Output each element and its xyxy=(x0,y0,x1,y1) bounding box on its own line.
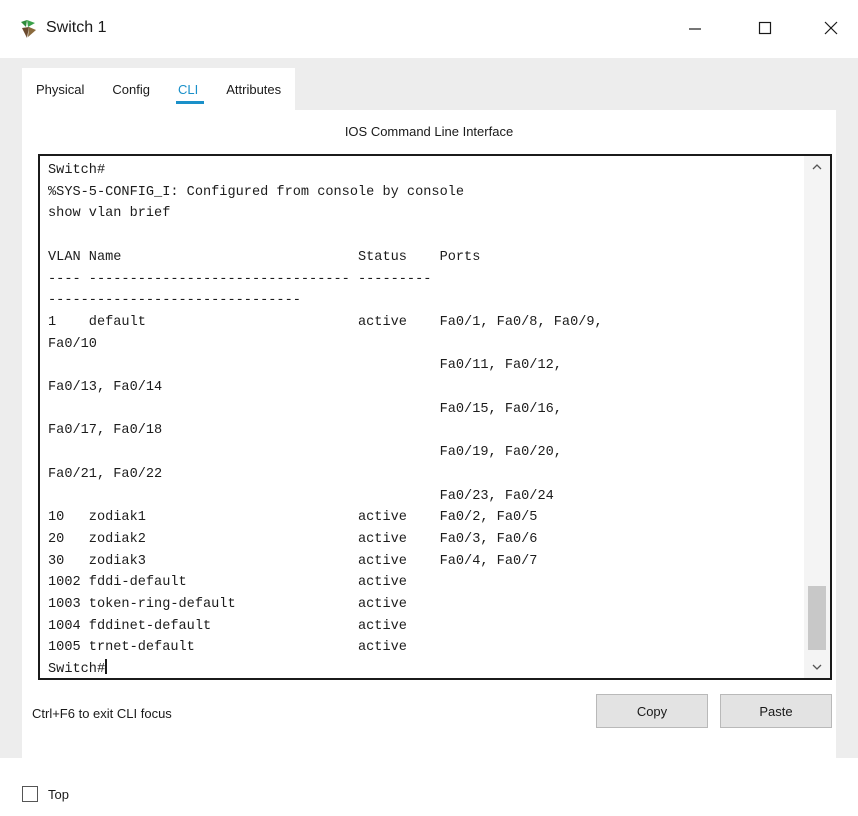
switch-app-icon xyxy=(18,18,40,40)
terminal-line: ---- -------------------------------- --… xyxy=(48,271,440,287)
copy-button[interactable]: Copy xyxy=(596,694,708,728)
tab-config[interactable]: Config xyxy=(98,68,164,110)
terminal-line: Switch# xyxy=(48,163,106,178)
minimize-icon[interactable] xyxy=(672,10,718,46)
terminal-line: ------------------------------- xyxy=(48,293,301,309)
terminal-line: 20 zodiak2 active Fa0/3, Fa0/6 xyxy=(48,531,538,547)
terminal-line: 1004 fddinet-default active xyxy=(48,618,407,634)
panel-title: IOS Command Line Interface xyxy=(344,124,514,139)
terminal-line: 10 zodiak1 active Fa0/2, Fa0/5 xyxy=(48,510,538,526)
close-icon[interactable] xyxy=(808,10,854,46)
terminal-line: 1 default active Fa0/1, Fa0/8, Fa0/9, xyxy=(48,314,603,330)
tab-cli[interactable]: CLI xyxy=(164,68,213,110)
tab-physical[interactable]: Physical xyxy=(22,68,99,110)
terminal-line: Fa0/11, Fa0/12, xyxy=(48,358,562,374)
terminal-line: Fa0/21, Fa0/22 xyxy=(48,466,163,482)
terminal-line: Fa0/13, Fa0/14 xyxy=(48,380,163,396)
terminal-line: Switch# xyxy=(48,659,808,678)
terminal-line: Fa0/17, Fa0/18 xyxy=(48,423,163,439)
scrollbar-thumb[interactable] xyxy=(808,586,826,650)
scroll-up-icon[interactable] xyxy=(804,156,830,178)
terminal-scrollbar[interactable] xyxy=(804,156,830,678)
cli-terminal[interactable]: Switch# %SYS-5-CONFIG_I: Configured from … xyxy=(38,154,832,680)
terminal-line: Fa0/19, Fa0/20, xyxy=(48,445,562,461)
tab-attributes[interactable]: Attributes xyxy=(212,68,296,110)
client-area: Physical Config CLI Attributes IOS Comma… xyxy=(0,58,858,772)
bottom-bar: Top xyxy=(0,758,858,816)
terminal-line: 1005 trnet-default active xyxy=(48,640,407,656)
top-checkbox-label: Top xyxy=(48,787,69,802)
terminal-line: Fa0/15, Fa0/16, xyxy=(48,401,562,417)
maximize-icon[interactable] xyxy=(742,10,788,46)
terminal-output[interactable]: Switch# %SYS-5-CONFIG_I: Configured from … xyxy=(48,160,808,678)
tab-bar: Physical Config CLI Attributes xyxy=(22,68,296,110)
paste-button[interactable]: Paste xyxy=(720,694,832,728)
scroll-down-icon[interactable] xyxy=(804,656,830,678)
terminal-line: %SYS-5-CONFIG_I: Configured from console… xyxy=(48,184,465,200)
terminal-line: 30 zodiak3 active Fa0/4, Fa0/7 xyxy=(48,553,538,569)
terminal-line: VLAN Name Status Ports xyxy=(48,249,481,265)
terminal-line: 1003 token-ring-default active xyxy=(48,597,407,613)
cli-panel: IOS Command Line Interface Switch# %SYS-5… xyxy=(22,110,836,772)
title-bar: Switch 1 xyxy=(0,0,858,58)
window-title: Switch 1 xyxy=(46,19,107,36)
terminal-line: show vlan brief xyxy=(48,206,171,222)
terminal-line: Fa0/23, Fa0/24 xyxy=(48,488,554,504)
terminal-line: 1002 fddi-default active xyxy=(48,575,407,591)
terminal-cursor xyxy=(105,659,108,675)
terminal-line: Fa0/10 xyxy=(48,336,97,352)
cli-focus-hint: Ctrl+F6 to exit CLI focus xyxy=(32,706,172,721)
top-checkbox[interactable] xyxy=(22,786,38,802)
